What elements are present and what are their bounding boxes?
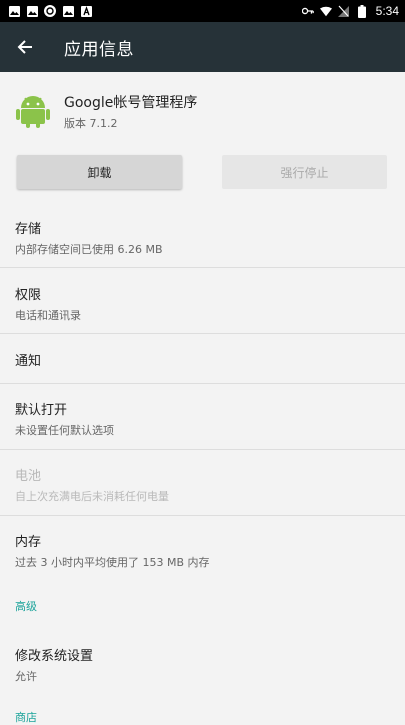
status-bar: 5:34 (0, 0, 405, 22)
permissions-subtitle: 电话和通讯录 (15, 309, 81, 322)
no-sim-icon (338, 5, 350, 17)
image-icon (26, 5, 38, 17)
open-by-default-subtitle: 未设置任何默认选项 (15, 424, 114, 437)
modify-system-settings-subtitle: 允许 (15, 670, 37, 683)
section-advanced-header: 高级 (15, 600, 37, 613)
modify-system-settings-title: 修改系统设置 (15, 649, 94, 664)
force-stop-button[interactable]: 强行停止 (222, 155, 387, 189)
modify-system-settings-item[interactable]: 修改系统设置 允许 (0, 645, 405, 684)
battery-item: 电池 自上次充满电后未消耗任何电量 (0, 465, 405, 504)
uninstall-button[interactable]: 卸载 (17, 155, 182, 189)
notifications-item[interactable]: 通知 (0, 350, 405, 369)
app-bar: 应用信息 (0, 22, 405, 72)
divider (0, 449, 405, 450)
image-icon (62, 5, 74, 17)
battery-subtitle: 自上次充满电后未消耗任何电量 (15, 490, 169, 503)
status-time: 5:34 (375, 4, 399, 18)
app-name: Google帐号管理程序 (64, 94, 198, 111)
android-app-icon (16, 94, 50, 128)
storage-title: 存储 (15, 222, 42, 237)
notifications-title: 通知 (15, 354, 42, 369)
memory-subtitle: 过去 3 小时内平均使用了 153 MB 内存 (15, 556, 210, 569)
open-by-default-title: 默认打开 (15, 403, 68, 418)
battery-title: 电池 (15, 469, 42, 484)
back-arrow-icon (17, 40, 32, 54)
open-by-default-item[interactable]: 默认打开 未设置任何默认选项 (0, 399, 405, 438)
app-meta: Google帐号管理程序 版本 7.1.2 (64, 92, 197, 131)
battery-icon (356, 4, 368, 18)
divider (0, 515, 405, 516)
divider (0, 383, 405, 384)
permissions-item[interactable]: 权限 电话和通讯录 (0, 284, 405, 323)
app-version: 版本 7.1.2 (64, 116, 118, 130)
divider (0, 333, 405, 334)
section-store-header: 商店 (15, 711, 37, 724)
memory-title: 内存 (15, 535, 42, 550)
memory-item[interactable]: 内存 过去 3 小时内平均使用了 153 MB 内存 (0, 531, 405, 570)
back-button[interactable] (0, 22, 50, 72)
page-title: 应用信息 (64, 39, 134, 60)
a-icon (80, 5, 92, 17)
status-left-icons (8, 5, 92, 17)
wifi-icon (319, 5, 332, 17)
storage-subtitle: 内部存储空间已使用 6.26 MB (15, 243, 163, 256)
permissions-title: 权限 (15, 288, 42, 303)
status-right-icons: 5:34 (301, 4, 399, 18)
key-icon (301, 5, 314, 17)
app-header: Google帐号管理程序 版本 7.1.2 (0, 72, 405, 150)
sync-icon (44, 5, 56, 17)
divider (0, 267, 405, 268)
action-buttons: 卸载 强行停止 (17, 155, 387, 189)
storage-item[interactable]: 存储 内部存储空间已使用 6.26 MB (0, 218, 405, 257)
image-icon (8, 5, 20, 17)
